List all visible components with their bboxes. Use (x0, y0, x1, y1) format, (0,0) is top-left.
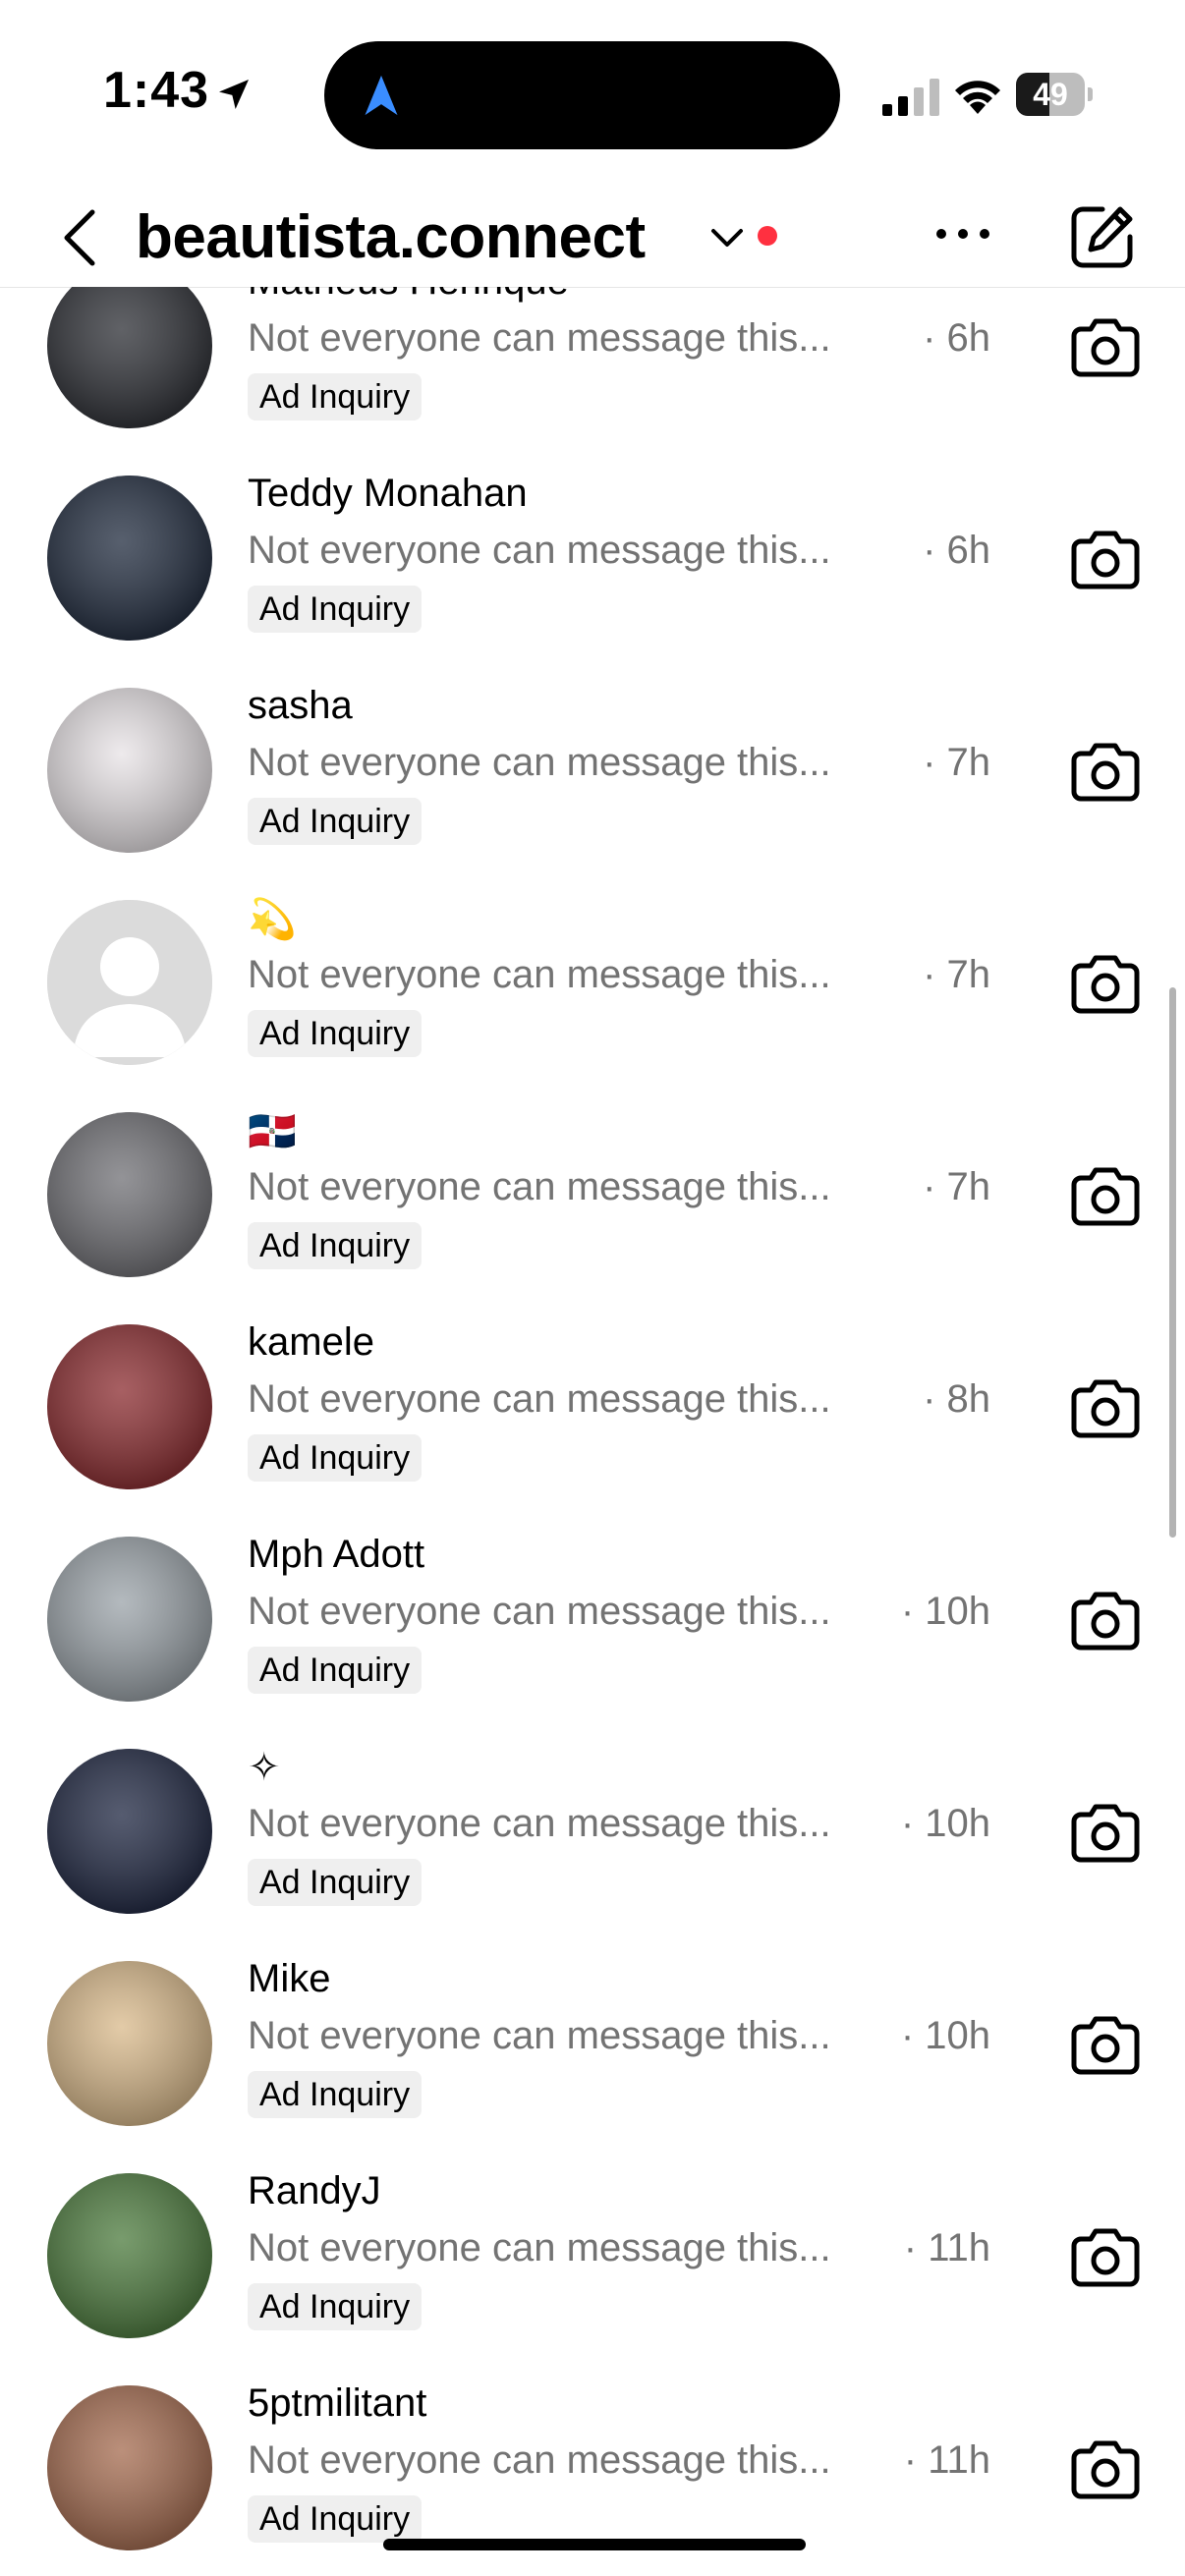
conversation-row[interactable]: RandyJ Not everyone can message this... · … (0, 2093, 1185, 2338)
conversation-row[interactable]: kamele Not everyone can message this... · … (0, 1244, 1185, 1489)
message-time: · 10h (900, 1590, 990, 1633)
message-time: · 6h (923, 316, 990, 360)
conversation-name: 🇩🇴 (248, 1110, 297, 1153)
cellular-signal-icon (882, 79, 939, 116)
battery-indicator: 49 (1016, 73, 1093, 116)
inbox-header: beautista.connect (0, 187, 1185, 288)
message-time: · 11h (903, 2226, 990, 2269)
conversation-name: Mike (248, 1957, 331, 2000)
conversation-name: Teddy Monahan (248, 472, 528, 515)
more-horizontal-icon[interactable] (933, 222, 992, 246)
camera-icon[interactable] (1071, 1799, 1140, 1864)
message-time: · 11h (903, 2438, 990, 2482)
camera-icon[interactable] (1071, 526, 1140, 590)
scrollbar[interactable] (1169, 987, 1176, 1538)
camera-icon[interactable] (1071, 313, 1140, 378)
camera-icon[interactable] (1071, 1374, 1140, 1439)
message-preview: Not everyone can message this... (248, 1590, 831, 1633)
wifi-icon (955, 81, 1000, 114)
message-time: · 7h (923, 953, 990, 996)
message-preview: Not everyone can message this... (248, 953, 831, 996)
conversation-name: Mph Adott (248, 1533, 425, 1576)
message-time: · 7h (923, 741, 990, 784)
message-preview: Not everyone can message this... (248, 529, 831, 572)
camera-icon[interactable] (1071, 738, 1140, 803)
message-preview: Not everyone can message this... (248, 1802, 831, 1845)
message-preview: Not everyone can message this... (248, 741, 831, 784)
home-indicator[interactable] (383, 2539, 806, 2550)
conversation-name: 5ptmilitant (248, 2381, 427, 2425)
message-preview: Not everyone can message this... (248, 316, 831, 360)
status-bar: 1:43 49 (0, 0, 1185, 187)
conversation-row[interactable]: 💫 Not everyone can message this... · 7h Ad … (0, 819, 1185, 1065)
message-time: · 8h (923, 1377, 990, 1421)
conversation-name: 💫 (248, 898, 297, 941)
message-preview: Not everyone can message this... (248, 2226, 831, 2269)
conversation-row[interactable]: Mike Not everyone can message this... · 10… (0, 1880, 1185, 2126)
camera-icon[interactable] (1071, 2011, 1140, 2076)
dynamic-island (324, 41, 840, 149)
camera-icon[interactable] (1071, 1162, 1140, 1227)
account-name[interactable]: beautista.connect (136, 202, 646, 273)
conversation-name: ✧ (248, 1746, 281, 1789)
message-time: · 6h (923, 529, 990, 572)
conversation-row[interactable]: ✧ Not everyone can message this... · 10h Ad… (0, 1668, 1185, 1914)
message-preview: Not everyone can message this... (248, 1377, 831, 1421)
conversation-row[interactable]: sasha Not everyone can message this... · 7… (0, 607, 1185, 853)
message-preview: Not everyone can message this... (248, 2014, 831, 2057)
battery-percent: 49 (1033, 77, 1068, 112)
conversation-row[interactable]: 🇩🇴 Not everyone can message this... · 7h Ad… (0, 1032, 1185, 1277)
location-arrow-icon (219, 80, 249, 109)
conversation-row[interactable]: Matheus Henrique Not everyone can message… (0, 287, 1185, 428)
camera-icon[interactable] (1071, 2436, 1140, 2500)
camera-icon[interactable] (1071, 950, 1140, 1015)
message-time: · 10h (900, 2014, 990, 2057)
status-time: 1:43 (103, 62, 210, 119)
conversation-name: Matheus Henrique (248, 287, 569, 304)
camera-icon[interactable] (1071, 1587, 1140, 1652)
navigation-arrow-icon (365, 75, 398, 116)
message-time: · 7h (923, 1165, 990, 1208)
message-preview: Not everyone can message this... (248, 2438, 831, 2482)
chevron-left-icon[interactable] (57, 206, 104, 269)
conversation-name: RandyJ (248, 2169, 381, 2212)
message-preview: Not everyone can message this... (248, 1165, 831, 1208)
notification-dot (758, 226, 777, 246)
conversation-row[interactable]: 5ptmilitant Not everyone can message this… (0, 2305, 1185, 2550)
conversation-name: kamele (248, 1320, 374, 1364)
camera-icon[interactable] (1071, 2223, 1140, 2288)
conversation-name: sasha (248, 684, 353, 727)
conversation-row[interactable]: Mph Adott Not everyone can message this..… (0, 1456, 1185, 1702)
conversation-list[interactable]: Matheus Henrique Not everyone can message… (0, 287, 1185, 2576)
ad-inquiry-badge: Ad Inquiry (248, 2495, 423, 2543)
message-time: · 10h (900, 1802, 990, 1845)
chevron-down-icon[interactable] (709, 226, 745, 250)
avatar[interactable] (47, 2385, 212, 2550)
compose-icon[interactable] (1069, 203, 1136, 270)
conversation-row[interactable]: Teddy Monahan Not everyone can message th… (0, 395, 1185, 641)
